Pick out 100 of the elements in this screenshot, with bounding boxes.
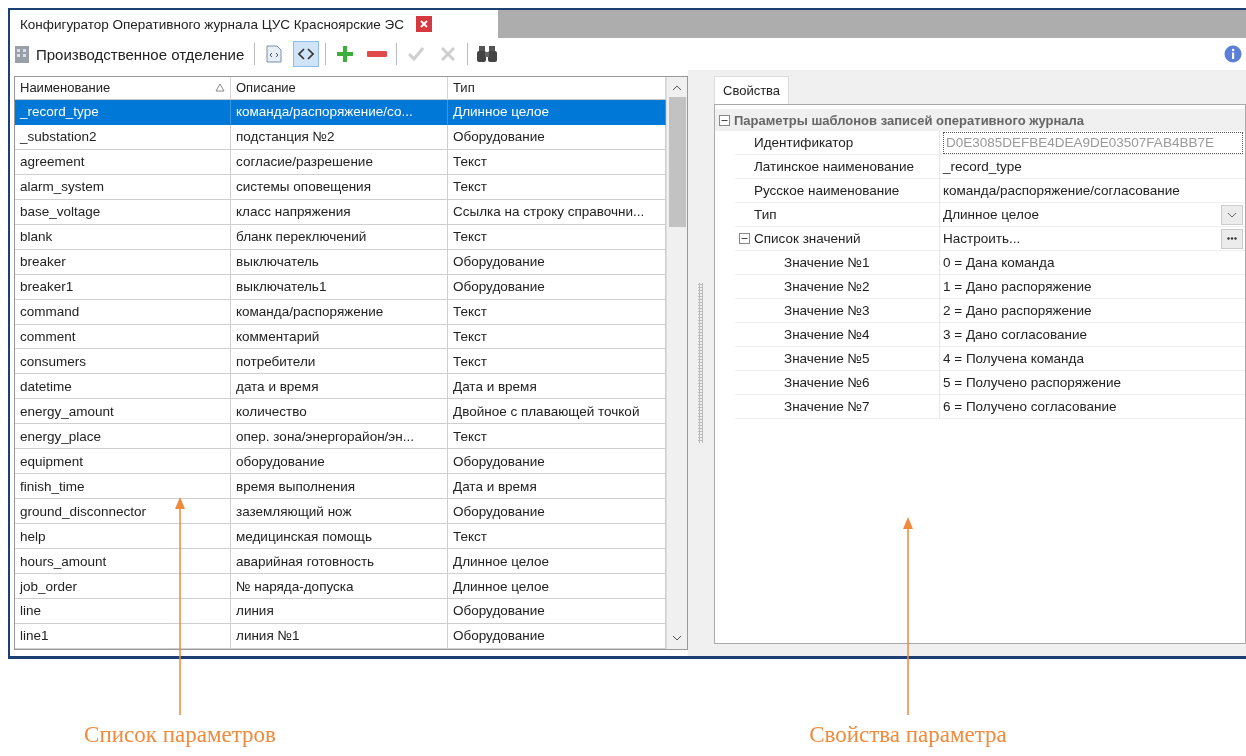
table-cell: команда/распоряжение bbox=[231, 299, 448, 325]
property-value: 6 = Получено согласование bbox=[943, 399, 1117, 414]
column-header[interactable]: Наименование bbox=[15, 77, 231, 100]
table-cell: line bbox=[15, 599, 231, 624]
info-icon[interactable] bbox=[1224, 45, 1242, 63]
table-row[interactable]: breaker выключатель Оборудование bbox=[15, 249, 666, 275]
table-cell: breaker bbox=[15, 249, 231, 275]
table-row[interactable]: hours_amount аварийная готовность Длинное целое bbox=[15, 549, 666, 575]
table-cell: выключатель bbox=[231, 249, 448, 275]
table-row[interactable]: consumers потребители Текст bbox=[15, 349, 666, 375]
table-cell: выключатель1 bbox=[231, 274, 448, 300]
cross-icon bbox=[441, 47, 456, 61]
code-button[interactable] bbox=[293, 41, 320, 67]
property-label: Значение №4 bbox=[783, 327, 870, 342]
property-label: Значение №6 bbox=[783, 375, 870, 390]
annotation-caption: Свойства параметра bbox=[809, 722, 1007, 748]
property-label: Значение №7 bbox=[783, 399, 870, 414]
table-cell: бланк переключений bbox=[231, 224, 448, 250]
ellipsis-icon bbox=[1227, 237, 1237, 240]
table-cell: line1 bbox=[15, 623, 231, 649]
property-label: Значение №1 bbox=[783, 255, 870, 270]
table-cell: Ссылка на строку справочни... bbox=[448, 199, 666, 225]
collapse-icon[interactable] bbox=[719, 114, 730, 126]
table-cell: системы оповещения bbox=[231, 174, 448, 200]
table-row[interactable]: command команда/распоряжение Текст bbox=[15, 299, 666, 325]
table-row[interactable]: energy_place опер. зона/энергорайон/эн... Текст bbox=[15, 424, 666, 450]
properties-tab[interactable]: Свойства bbox=[714, 76, 790, 104]
table-row[interactable]: blank бланк переключений Текст bbox=[15, 224, 666, 250]
table-row[interactable]: _substation2 подстанция №2 Оборудование bbox=[15, 124, 666, 150]
property-label: Русское наименование bbox=[753, 183, 900, 198]
property-value: 5 = Получено распоряжение bbox=[943, 375, 1121, 390]
table-cell: Оборудование bbox=[448, 124, 666, 150]
column-header[interactable]: Описание bbox=[231, 77, 448, 100]
table-cell: линия №1 bbox=[231, 623, 448, 649]
property-value: _record_type bbox=[943, 159, 1022, 174]
table-row[interactable]: base_voltage класс напряжения Ссылка на строку справочни... bbox=[15, 199, 666, 225]
table-row[interactable]: _record_type команда/распоряжение/со... Длинное целое bbox=[15, 99, 666, 125]
close-icon bbox=[420, 20, 429, 28]
table-cell: blank bbox=[15, 224, 231, 250]
department-label: Производственное отделение bbox=[36, 45, 245, 63]
table-cell: Длинное целое bbox=[448, 99, 666, 125]
table-cell: Текст bbox=[448, 149, 666, 175]
check-icon bbox=[408, 47, 425, 61]
property-label: Тип bbox=[753, 207, 777, 222]
building-icon bbox=[14, 44, 30, 64]
table-cell: Текст bbox=[448, 299, 666, 325]
table-row[interactable]: breaker1 выключатель1 Оборудование bbox=[15, 274, 666, 300]
table-cell: alarm_system bbox=[15, 174, 231, 200]
property-label: Латинское наименование bbox=[753, 159, 915, 174]
property-value: команда/распоряжение/согласование bbox=[943, 183, 1180, 198]
table-row[interactable]: line1 линия №1 Оборудование bbox=[15, 623, 666, 649]
table-cell: Оборудование bbox=[448, 599, 666, 624]
property-value: 0 = Дана команда bbox=[943, 255, 1055, 270]
property-value: 1 = Дано распоряжение bbox=[943, 279, 1092, 294]
table-cell: Оборудование bbox=[448, 623, 666, 649]
table-row[interactable]: equipment оборудование Оборудование bbox=[15, 449, 666, 475]
table-cell: Текст bbox=[448, 174, 666, 200]
table-cell: _substation2 bbox=[15, 124, 231, 150]
code-icon bbox=[298, 47, 315, 61]
table-cell: _record_type bbox=[15, 99, 231, 125]
property-label: Список значений bbox=[754, 231, 861, 246]
property-label: Идентификатор bbox=[753, 135, 854, 150]
table-row[interactable]: comment комментарий Текст bbox=[15, 324, 666, 350]
table-cell: breaker1 bbox=[15, 274, 231, 300]
table-cell: command bbox=[15, 299, 231, 325]
table-row[interactable]: ground_disconnector заземляющий нож Оборудование bbox=[15, 499, 666, 525]
table-row[interactable]: agreement согласие/разрешение Текст bbox=[15, 149, 666, 175]
document-icon bbox=[266, 45, 283, 63]
property-value: Настроить... bbox=[943, 231, 1021, 246]
table-row[interactable]: finish_time время выполнения Дата и время bbox=[15, 474, 666, 500]
minus-icon bbox=[367, 51, 388, 57]
scrollbar[interactable] bbox=[666, 77, 687, 649]
chevron-down-icon bbox=[1227, 211, 1237, 218]
close-button[interactable] bbox=[416, 16, 433, 32]
table-row[interactable]: help медицинская помощь Текст bbox=[15, 524, 666, 550]
annotation-caption: Список параметров bbox=[84, 722, 276, 748]
table-cell: Оборудование bbox=[448, 249, 666, 275]
property-label: Значение №3 bbox=[783, 303, 870, 318]
table-cell: подстанция №2 bbox=[231, 124, 448, 150]
table-row[interactable]: line линия Оборудование bbox=[15, 599, 666, 624]
table-row[interactable]: datetime дата и время Дата и время bbox=[15, 374, 666, 400]
column-header[interactable]: Тип bbox=[448, 77, 666, 100]
collapse-icon[interactable] bbox=[739, 233, 750, 244]
property-value: 4 = Получена команда bbox=[943, 351, 1084, 366]
category-title: Параметры шаблонов записей оперативного журнала bbox=[734, 112, 1084, 128]
table-cell: Текст bbox=[448, 224, 666, 250]
property-label: Значение №5 bbox=[783, 351, 870, 366]
property-value: 2 = Дано распоряжение bbox=[943, 303, 1092, 318]
property-value: 3 = Дано согласование bbox=[943, 327, 1088, 342]
table-cell: класс напряжения bbox=[231, 199, 448, 225]
table-cell: Оборудование bbox=[448, 274, 666, 300]
plus-icon bbox=[336, 45, 355, 63]
table-cell: согласие/разрешение bbox=[231, 149, 448, 175]
scroll-thumb[interactable] bbox=[668, 97, 686, 227]
table-row[interactable]: energy_amount количество Двойное с плавающей точкой bbox=[15, 399, 666, 425]
table-row[interactable]: alarm_system системы оповещения Текст bbox=[15, 174, 666, 200]
table-row[interactable]: job_order № наряда-допуска Длинное целое bbox=[15, 574, 666, 599]
property-label: Значение №2 bbox=[783, 279, 870, 294]
ellipsis-button[interactable] bbox=[1221, 228, 1243, 249]
sort-triangle-icon bbox=[215, 83, 225, 93]
